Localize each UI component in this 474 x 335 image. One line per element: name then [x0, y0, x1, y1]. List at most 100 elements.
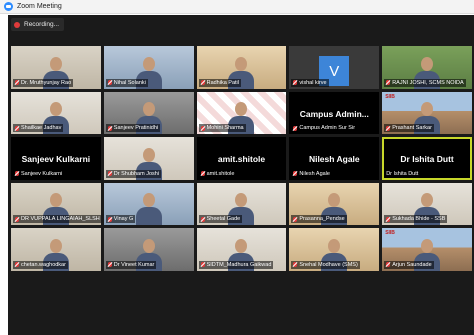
mic-muted-icon [15, 216, 19, 222]
participant-tile[interactable]: Prasanna_Pendse [289, 182, 380, 225]
mic-muted-icon [293, 171, 298, 176]
participant-name: Nihal Solanki [113, 79, 146, 86]
participant-name: Shailkae Jadhav [21, 125, 62, 131]
participant-grid: Dr. Mruthyunjay Rao Nihal Solanki Radhika … [11, 46, 472, 316]
participant-name: amit.shitole [206, 170, 235, 177]
participant-display-name: Dr Ishita Dutt [400, 154, 454, 164]
participant-name-label: Sheetal Gade [198, 215, 243, 223]
participant-name: Sanjeev Pratinidhi [113, 125, 159, 131]
mic-muted-icon [107, 262, 112, 267]
mic-muted-icon [386, 125, 391, 131]
participant-name-label: Prasanna_Pendse [291, 215, 347, 223]
mic-muted-icon [293, 262, 298, 267]
recording-dot-icon [14, 21, 20, 28]
participant-name: chetan.waghodkar [21, 261, 66, 268]
participant-name-label: Mohini Sharma [198, 124, 246, 132]
participant-name: Dr. Mruthyunjay Rao [21, 79, 72, 86]
participant-name: Sukhada Bhide - SSB [392, 216, 446, 222]
participant-name: Sheetal Gade [206, 216, 241, 222]
recording-label: Recording... [24, 21, 60, 28]
mic-muted-icon [15, 80, 19, 85]
participant-name-label: vishal kirve [291, 78, 329, 87]
participant-display-name: Campus Admin... [299, 108, 369, 119]
participant-name: vishal kirve [299, 79, 327, 86]
participant-name: Vinay G [113, 216, 134, 222]
mic-muted-icon [293, 216, 298, 222]
mic-muted-icon [293, 80, 298, 85]
participant-tile[interactable]: Mohini Sharma [196, 91, 287, 134]
participant-name-label: Sanjeev Pratinidhi [105, 124, 161, 132]
participant-tile[interactable]: Vvishal kirve [289, 46, 380, 89]
participant-name-label: Shailkae Jadhav [13, 124, 64, 132]
participant-name-label: Prashant Sarkar [384, 124, 434, 132]
participant-name: Nilesh Agale [299, 170, 330, 177]
participant-tile[interactable]: Dr Vineet Kumar [103, 228, 194, 271]
participant-name-label: Dr Shubham Joshi [105, 169, 162, 178]
participant-tile[interactable]: Dr Shubham Joshi [103, 137, 194, 180]
participant-tile[interactable]: Snehal Modhave (SMS) [289, 228, 380, 271]
participant-tile[interactable]: Dr Ishita Dutt Dr Ishita Dutt [382, 137, 472, 180]
participant-tile[interactable]: Sanjeev Pratinidhi [103, 91, 194, 134]
participant-tile[interactable]: RAJNI JOSHI, SCMS NOIDA [382, 46, 472, 89]
participant-video [135, 191, 162, 225]
participant-name: SIDTM_Madhura Gaikwad [206, 261, 272, 268]
participant-tile[interactable]: DR VUPPALA LINGAIAH_SLSH [11, 182, 101, 225]
participant-name: Mohini Sharma [206, 125, 244, 131]
recording-indicator[interactable]: Recording... [11, 18, 65, 31]
mic-muted-icon [386, 80, 391, 85]
zoom-logo-icon [4, 2, 13, 11]
participant-name: Radhika Patil [206, 79, 240, 86]
participant-tile[interactable]: Sukhada Bhide - SSB [382, 182, 472, 225]
mic-muted-icon [107, 80, 112, 85]
participant-name-label: RAJNI JOSHI, SCMS NOIDA [384, 78, 466, 87]
mic-muted-icon [15, 125, 19, 131]
participant-name: DR VUPPALA LINGAIAH_SLSH [21, 216, 100, 222]
participant-name: Dr Ishita Dutt [386, 170, 419, 177]
participant-name: Prasanna_Pendse [299, 216, 345, 222]
participant-tile[interactable]: Vinay G [103, 182, 194, 225]
mic-muted-icon [200, 125, 205, 131]
participant-display-name: Nilesh Agale [308, 154, 360, 164]
participant-tile[interactable]: Sanjeev Kulkarni Sanjeev Kulkarni [11, 137, 101, 180]
participant-tile[interactable]: Nilesh Agale Nilesh Agale [289, 137, 380, 180]
participant-name-label: Vinay G [105, 215, 136, 223]
participant-name-label: Campus Admin Sur Sir [291, 124, 358, 132]
participant-tile[interactable]: Radhika Patil [196, 46, 287, 89]
participant-name-label: Dr. Mruthyunjay Rao [13, 78, 74, 87]
participant-tile[interactable]: Dr. Mruthyunjay Rao [11, 46, 101, 89]
participant-name: Prashant Sarkar [392, 125, 432, 131]
participant-name-label: Nihal Solanki [105, 78, 148, 87]
participant-name-label: amit.shitole [198, 169, 237, 178]
participant-tile[interactable]: Campus Admin... Campus Admin Sur Sir [289, 91, 380, 134]
participant-name: Sanjeev Kulkarni [21, 170, 63, 177]
participant-name-label: DR VUPPALA LINGAIAH_SLSH [13, 215, 101, 223]
mic-muted-icon [386, 216, 391, 222]
participant-name: Snehal Modhave (SMS) [299, 261, 358, 268]
participant-tile[interactable]: Nihal Solanki [103, 46, 194, 89]
mic-muted-icon [200, 216, 205, 222]
mic-muted-icon [15, 171, 19, 176]
participant-tile[interactable]: Shailkae Jadhav [11, 91, 101, 134]
participant-name-label: Dr Ishita Dutt [384, 169, 421, 178]
participant-tile[interactable]: SIDTM_Madhura Gaikwad [196, 228, 287, 271]
participant-tile[interactable]: SIIB Arjun Saundade [382, 228, 472, 271]
mic-muted-icon [107, 125, 112, 131]
background-logo: SIIB [385, 230, 395, 236]
participant-tile[interactable]: amit.shitole amit.shitole [196, 137, 287, 180]
mic-muted-icon [386, 262, 391, 267]
mic-muted-icon [107, 171, 112, 176]
participant-name-label: Sanjeev Kulkarni [13, 169, 65, 178]
window-titlebar: Zoom Meeting [0, 0, 474, 14]
mic-muted-icon [200, 80, 205, 85]
background-logo: SIIB [385, 93, 395, 100]
meeting-video-area: Recording... Dr. Mruthyunjay Rao Nihal So… [8, 15, 474, 335]
participant-tile[interactable]: Sheetal Gade [196, 182, 287, 225]
mic-muted-icon [200, 171, 205, 176]
mic-muted-icon [107, 216, 112, 222]
participant-tile[interactable]: chetan.waghodkar [11, 228, 101, 271]
participant-display-name: Sanjeev Kulkarni [21, 154, 91, 164]
participant-name-label: Snehal Modhave (SMS) [291, 260, 360, 269]
participant-tile[interactable]: SIIB Prashant Sarkar [382, 91, 472, 134]
participant-name-label: Arjun Saundade [384, 260, 434, 269]
participant-name-label: Dr Vineet Kumar [105, 260, 157, 269]
